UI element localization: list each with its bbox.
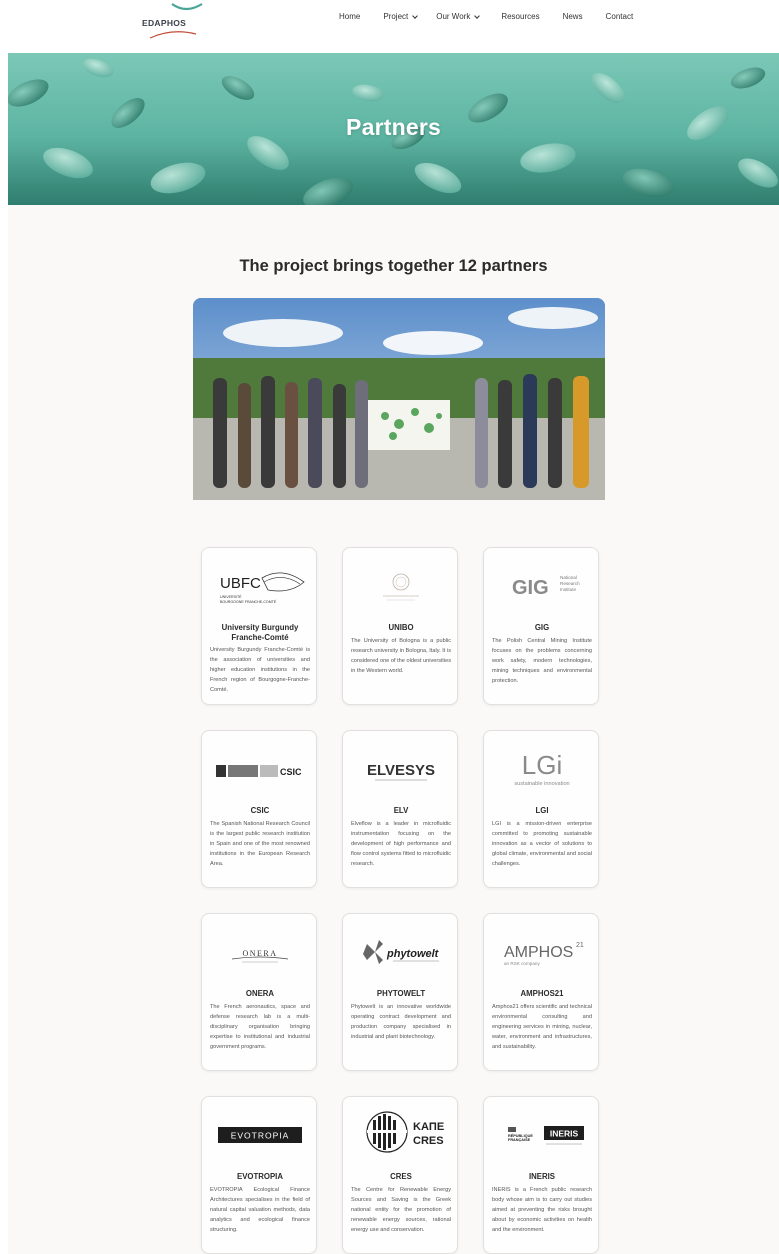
nav-news[interactable]: News: [563, 12, 583, 21]
nav-our-work[interactable]: Our Work: [436, 12, 481, 21]
svg-text:CRES: CRES: [413, 1135, 444, 1147]
csic-logo: CSIC: [210, 745, 310, 793]
partner-card-amphos21[interactable]: AMPHOS 21 an RSK company AMPHOS21 Amphos…: [483, 913, 599, 1071]
partner-card-ubfc[interactable]: UBFC UNIVERSITÉ BOURGOGNE FRANCHE-COMTÉ …: [201, 547, 317, 705]
partner-description: Elveflow is a leader in microfluidic ins…: [351, 821, 451, 867]
nav-our-work-label: Our Work: [436, 12, 471, 21]
page-title: Partners: [346, 114, 441, 140]
partners-heading: The project brings together 12 partners: [239, 257, 548, 275]
partner-name: ONERA: [245, 989, 275, 998]
hero-banner: Partners: [8, 53, 779, 205]
gig-logo: GIG National Research Institute: [492, 562, 592, 610]
main-nav: Home Project Our Work Resources News Con…: [339, 12, 633, 21]
partner-name: AMPHOS21: [520, 989, 564, 998]
partner-description: University Burgundy Franche-Comté is the…: [210, 647, 310, 693]
svg-text:AMPHOS: AMPHOS: [504, 944, 573, 961]
partner-description: The Centre for Renewable Energy Sources …: [351, 1187, 451, 1233]
partner-description: Amphos21 offers scientific and technical…: [492, 1004, 592, 1050]
amphos21-logo: AMPHOS 21 an RSK company: [492, 928, 592, 976]
partner-name: CRES: [390, 1172, 412, 1181]
chevron-down-icon: [474, 12, 481, 19]
partner-name: ELV: [393, 806, 409, 815]
partner-card-elv[interactable]: ELVESYS ELV Elveflow is a leader in micr…: [342, 730, 458, 888]
partner-description: LGI is a mission-driven enterprise commi…: [492, 821, 592, 867]
ineris-logo: RÉPUBLIQUE FRANÇAISE INERIS: [492, 1111, 592, 1159]
partner-description: The French aeronautics, space and defens…: [210, 1004, 310, 1050]
partner-name: EVOTROPIA: [237, 1172, 283, 1181]
svg-text:LGi: LGi: [522, 750, 562, 780]
nav-home-label: Home: [339, 12, 361, 21]
partner-card-evotropia[interactable]: EVOTROPIA EVOTROPIA EVOTROPIA Ecological…: [201, 1096, 317, 1254]
lgi-logo: LGi sustainable innovation: [492, 745, 592, 793]
svg-text:ΚΑΠΕ: ΚΑΠΕ: [413, 1121, 444, 1133]
onera-logo: ONERA: [210, 928, 310, 976]
nav-resources[interactable]: Resources: [501, 12, 539, 21]
evotropia-logo: EVOTROPIA: [210, 1111, 310, 1159]
cres-logo: ΚΑΠΕ CRES: [351, 1111, 451, 1159]
partner-card-lgi[interactable]: LGi sustainable innovation LGI LGI is a …: [483, 730, 599, 888]
partner-description: The University of Bologna is a public re…: [351, 638, 451, 674]
group-photo: [193, 298, 605, 500]
site-header: EDAPHOS Home Project Our Work Resources …: [8, 0, 779, 53]
logo-text: EDAPHOS: [142, 18, 187, 28]
partner-name: INERIS: [529, 1172, 555, 1181]
phytowelt-logo: phytowelt: [351, 928, 451, 976]
nav-project[interactable]: Project: [383, 12, 419, 21]
partner-description: The Spanish National Research Council is…: [210, 821, 310, 867]
elvesys-logo: ELVESYS: [351, 745, 451, 793]
svg-text:BOURGOGNE FRANCHE-COMTÉ: BOURGOGNE FRANCHE-COMTÉ: [220, 599, 277, 604]
svg-text:UNIVERSITÉ: UNIVERSITÉ: [220, 594, 242, 599]
partner-name: PHYTOWELT: [376, 989, 426, 998]
partner-card-phytowelt[interactable]: phytowelt PHYTOWELT Phytowelt is an inno…: [342, 913, 458, 1071]
partner-name: GIG: [534, 623, 550, 632]
svg-text:ELVESYS: ELVESYS: [367, 762, 435, 779]
partner-card-csic[interactable]: CSIC CSIC The Spanish National Research …: [201, 730, 317, 888]
svg-text:sustainable innovation: sustainable innovation: [514, 781, 569, 787]
nav-home[interactable]: Home: [339, 12, 360, 21]
svg-text:CSIC: CSIC: [280, 767, 302, 777]
partner-card-gig[interactable]: GIG National Research Institute GIG The …: [483, 547, 599, 705]
partner-name: LGI: [535, 806, 549, 815]
partner-description: INERIS is a French public research body …: [492, 1187, 592, 1233]
ubfc-logo: UBFC UNIVERSITÉ BOURGOGNE FRANCHE-COMTÉ: [210, 562, 310, 610]
svg-text:FRANÇAISE: FRANÇAISE: [508, 1138, 531, 1142]
partner-card-onera[interactable]: ONERA ONERA The French aeronautics, spac…: [201, 913, 317, 1071]
partner-description: Phytowelt is an innovative worldwide ope…: [351, 1004, 451, 1040]
svg-text:GIG: GIG: [512, 577, 549, 599]
svg-text:Research: Research: [560, 581, 580, 586]
site-logo[interactable]: EDAPHOS: [142, 2, 212, 42]
nav-news-label: News: [562, 12, 583, 21]
chevron-down-icon: [412, 12, 419, 19]
partner-description: EVOTROPIA Ecological Finance Architectur…: [210, 1187, 310, 1233]
partner-name: University Burgundy Franche-Comté: [221, 623, 299, 642]
svg-text:21: 21: [576, 942, 584, 949]
unibo-seal-logo: [351, 562, 451, 610]
partner-card-unibo[interactable]: UNIBO The University of Bologna is a pub…: [342, 547, 458, 705]
partner-card-ineris[interactable]: RÉPUBLIQUE FRANÇAISE INERIS INERIS INERI…: [483, 1096, 599, 1254]
svg-text:EVOTROPIA: EVOTROPIA: [231, 1131, 290, 1141]
nav-resources-label: Resources: [501, 12, 540, 21]
nav-contact[interactable]: Contact: [606, 12, 634, 21]
group-photo-image: [193, 298, 605, 500]
svg-text:National: National: [560, 575, 577, 580]
svg-text:phytowelt: phytowelt: [386, 948, 440, 960]
svg-text:an RSK company: an RSK company: [504, 961, 540, 966]
svg-text:Institute: Institute: [560, 587, 577, 592]
partner-description: The Polish Central Mining Institute focu…: [492, 638, 592, 684]
partner-card-cres[interactable]: ΚΑΠΕ CRES CRES The Centre for Renewable …: [342, 1096, 458, 1254]
nav-project-label: Project: [383, 12, 409, 21]
svg-text:INERIS: INERIS: [550, 1129, 579, 1139]
nav-contact-label: Contact: [605, 12, 634, 21]
partner-name: CSIC: [250, 806, 270, 815]
partner-name: UNIBO: [388, 623, 414, 632]
svg-text:UBFC: UBFC: [220, 575, 261, 592]
